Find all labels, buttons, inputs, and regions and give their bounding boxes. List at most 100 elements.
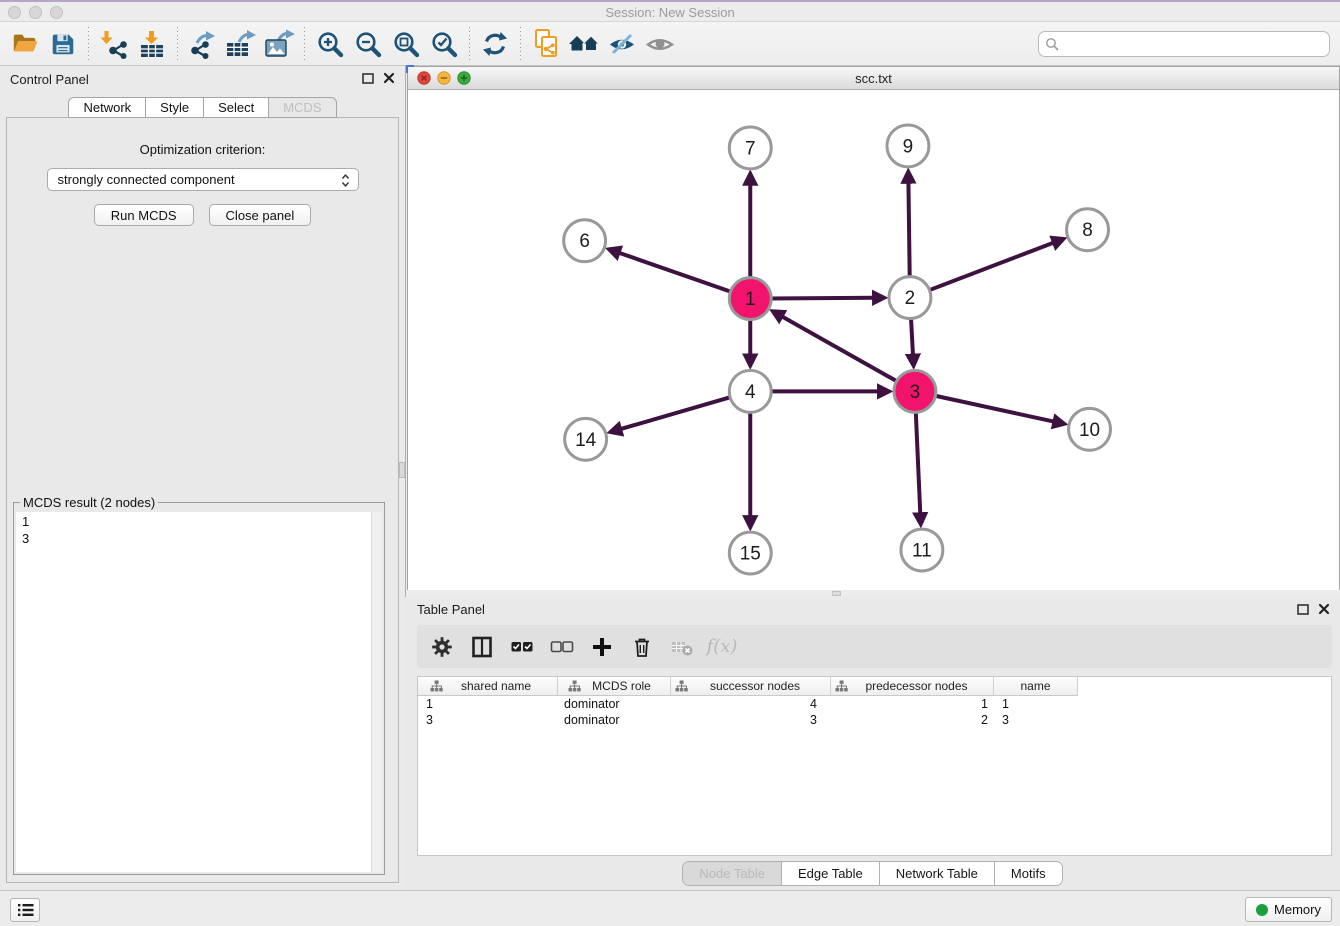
- table-cell[interactable]: dominator: [558, 713, 671, 727]
- graph-edge[interactable]: [908, 182, 909, 279]
- export-table-icon[interactable]: [222, 26, 260, 62]
- mcds-result-box[interactable]: 13: [16, 512, 382, 872]
- zoom-out-icon[interactable]: [349, 26, 387, 62]
- graph-node[interactable]: 3: [894, 370, 936, 412]
- graph-node[interactable]: 11: [901, 529, 943, 571]
- graph-edge[interactable]: [933, 395, 1054, 421]
- close-table-panel-icon[interactable]: [1318, 603, 1330, 615]
- graph-node[interactable]: 6: [564, 220, 606, 262]
- tab-node-table[interactable]: Node Table: [683, 862, 781, 885]
- float-table-panel-icon[interactable]: [1297, 604, 1309, 615]
- column-header-successor-nodes[interactable]: successor nodes: [671, 677, 831, 696]
- import-network-icon[interactable]: [95, 26, 133, 62]
- neighborhood-houses-icon[interactable]: [565, 26, 603, 62]
- memory-status-dot: [1256, 904, 1268, 916]
- tab-mcds[interactable]: MCDS: [269, 97, 336, 118]
- graph-edge[interactable]: [928, 243, 1054, 291]
- criterion-select[interactable]: strongly connected component: [47, 168, 359, 191]
- tab-network[interactable]: Network: [68, 97, 146, 118]
- task-history-button[interactable]: [10, 898, 40, 922]
- table-cell[interactable]: 1: [831, 697, 994, 711]
- float-panel-icon[interactable]: [362, 73, 374, 84]
- tab-edge-table[interactable]: Edge Table: [781, 862, 879, 885]
- save-session-icon[interactable]: [44, 26, 82, 62]
- hide-selected-eye-icon[interactable]: [603, 26, 641, 62]
- network-graph[interactable]: 7 9 6 8 1 2 4 3 14 10 15 11: [408, 90, 1339, 590]
- table-cell[interactable]: 3: [671, 713, 831, 727]
- table-cell[interactable]: 3: [994, 713, 1078, 727]
- control-panel-title: Control Panel: [10, 72, 89, 87]
- graph-edge[interactable]: [619, 253, 733, 293]
- zoom-selected-icon[interactable]: [425, 26, 463, 62]
- graph-node[interactable]: 7: [729, 127, 771, 169]
- graph-node[interactable]: 14: [565, 418, 607, 460]
- table-row[interactable]: 1dominator411: [418, 696, 1331, 712]
- search-input[interactable]: [1060, 34, 1329, 54]
- list-icon: [17, 903, 34, 917]
- show-all-eye-icon[interactable]: [641, 26, 679, 62]
- tab-network-table[interactable]: Network Table: [879, 862, 994, 885]
- column-header-mcds-role[interactable]: MCDS role: [558, 677, 671, 696]
- column-header-shared-name[interactable]: shared name: [418, 677, 558, 696]
- delete-column-trash-icon[interactable]: [629, 634, 655, 660]
- table-row[interactable]: 3dominator323: [418, 712, 1331, 728]
- search-box[interactable]: [1038, 31, 1330, 57]
- table-cell[interactable]: 3: [418, 713, 558, 727]
- network-canvas[interactable]: 7 9 6 8 1 2 4 3 14 10 15 11: [408, 90, 1339, 590]
- graph-node[interactable]: 2: [889, 277, 931, 319]
- zoom-in-icon[interactable]: [311, 26, 349, 62]
- table-settings-gear-icon[interactable]: [429, 634, 455, 660]
- table-cell[interactable]: 4: [671, 697, 831, 711]
- svg-text:6: 6: [579, 231, 590, 252]
- table-cell[interactable]: dominator: [558, 697, 671, 711]
- graph-edge[interactable]: [769, 298, 874, 299]
- import-table-icon[interactable]: [133, 26, 171, 62]
- tab-style[interactable]: Style: [146, 97, 204, 118]
- select-chevrons-icon: [340, 172, 351, 189]
- table-panel-title: Table Panel: [417, 602, 485, 617]
- close-panel-button[interactable]: Close panel: [209, 204, 312, 226]
- graph-node[interactable]: 8: [1067, 209, 1109, 251]
- graph-node[interactable]: 4: [729, 370, 771, 412]
- clone-network-icon[interactable]: [527, 26, 565, 62]
- graph-node[interactable]: 1: [729, 278, 771, 320]
- deselect-all-columns-icon[interactable]: [549, 634, 575, 660]
- table-cell[interactable]: 1: [994, 697, 1078, 711]
- toolbar-separator: [88, 27, 89, 61]
- run-mcds-button[interactable]: Run MCDS: [94, 204, 194, 226]
- close-panel-icon[interactable]: [383, 72, 395, 84]
- toolbar-separator: [177, 27, 178, 61]
- control-panel-tabs: Network Style Select MCDS: [0, 97, 405, 118]
- tab-select[interactable]: Select: [204, 97, 269, 118]
- open-session-icon[interactable]: [6, 26, 44, 62]
- graph-node[interactable]: 9: [887, 125, 929, 167]
- refresh-icon[interactable]: [476, 26, 514, 62]
- horizontal-splitter[interactable]: [407, 590, 1340, 597]
- network-window-title: scc.txt: [408, 71, 1339, 86]
- tab-motifs[interactable]: Motifs: [994, 862, 1062, 885]
- export-image-icon[interactable]: [260, 26, 298, 62]
- memory-button[interactable]: Memory: [1245, 897, 1332, 922]
- column-header-predecessor-nodes[interactable]: predecessor nodes: [831, 677, 994, 696]
- graph-edge[interactable]: [911, 317, 913, 356]
- result-scrollbar[interactable]: [371, 512, 382, 872]
- add-column-icon[interactable]: [589, 634, 615, 660]
- graph-node[interactable]: 10: [1069, 408, 1111, 450]
- table-cell[interactable]: 2: [831, 713, 994, 727]
- graph-edge[interactable]: [916, 410, 921, 514]
- svg-text:10: 10: [1079, 420, 1100, 441]
- column-header-name[interactable]: name: [994, 677, 1078, 696]
- column-tree-icon: [568, 680, 581, 692]
- graph-edge[interactable]: [620, 397, 732, 430]
- main-toolbar: [0, 22, 1340, 66]
- zoom-fit-icon[interactable]: [387, 26, 425, 62]
- horizontal-splitter-handle[interactable]: [832, 591, 841, 596]
- show-columns-icon[interactable]: [469, 634, 495, 660]
- graph-node[interactable]: 15: [729, 532, 771, 574]
- export-network-icon[interactable]: [184, 26, 222, 62]
- vertical-splitter-handle[interactable]: [399, 462, 405, 478]
- node-table: shared name MCDS role successor nodes: [417, 676, 1332, 856]
- select-all-columns-icon[interactable]: [509, 634, 535, 660]
- table-cell[interactable]: 1: [418, 697, 558, 711]
- graph-edge[interactable]: [782, 316, 899, 382]
